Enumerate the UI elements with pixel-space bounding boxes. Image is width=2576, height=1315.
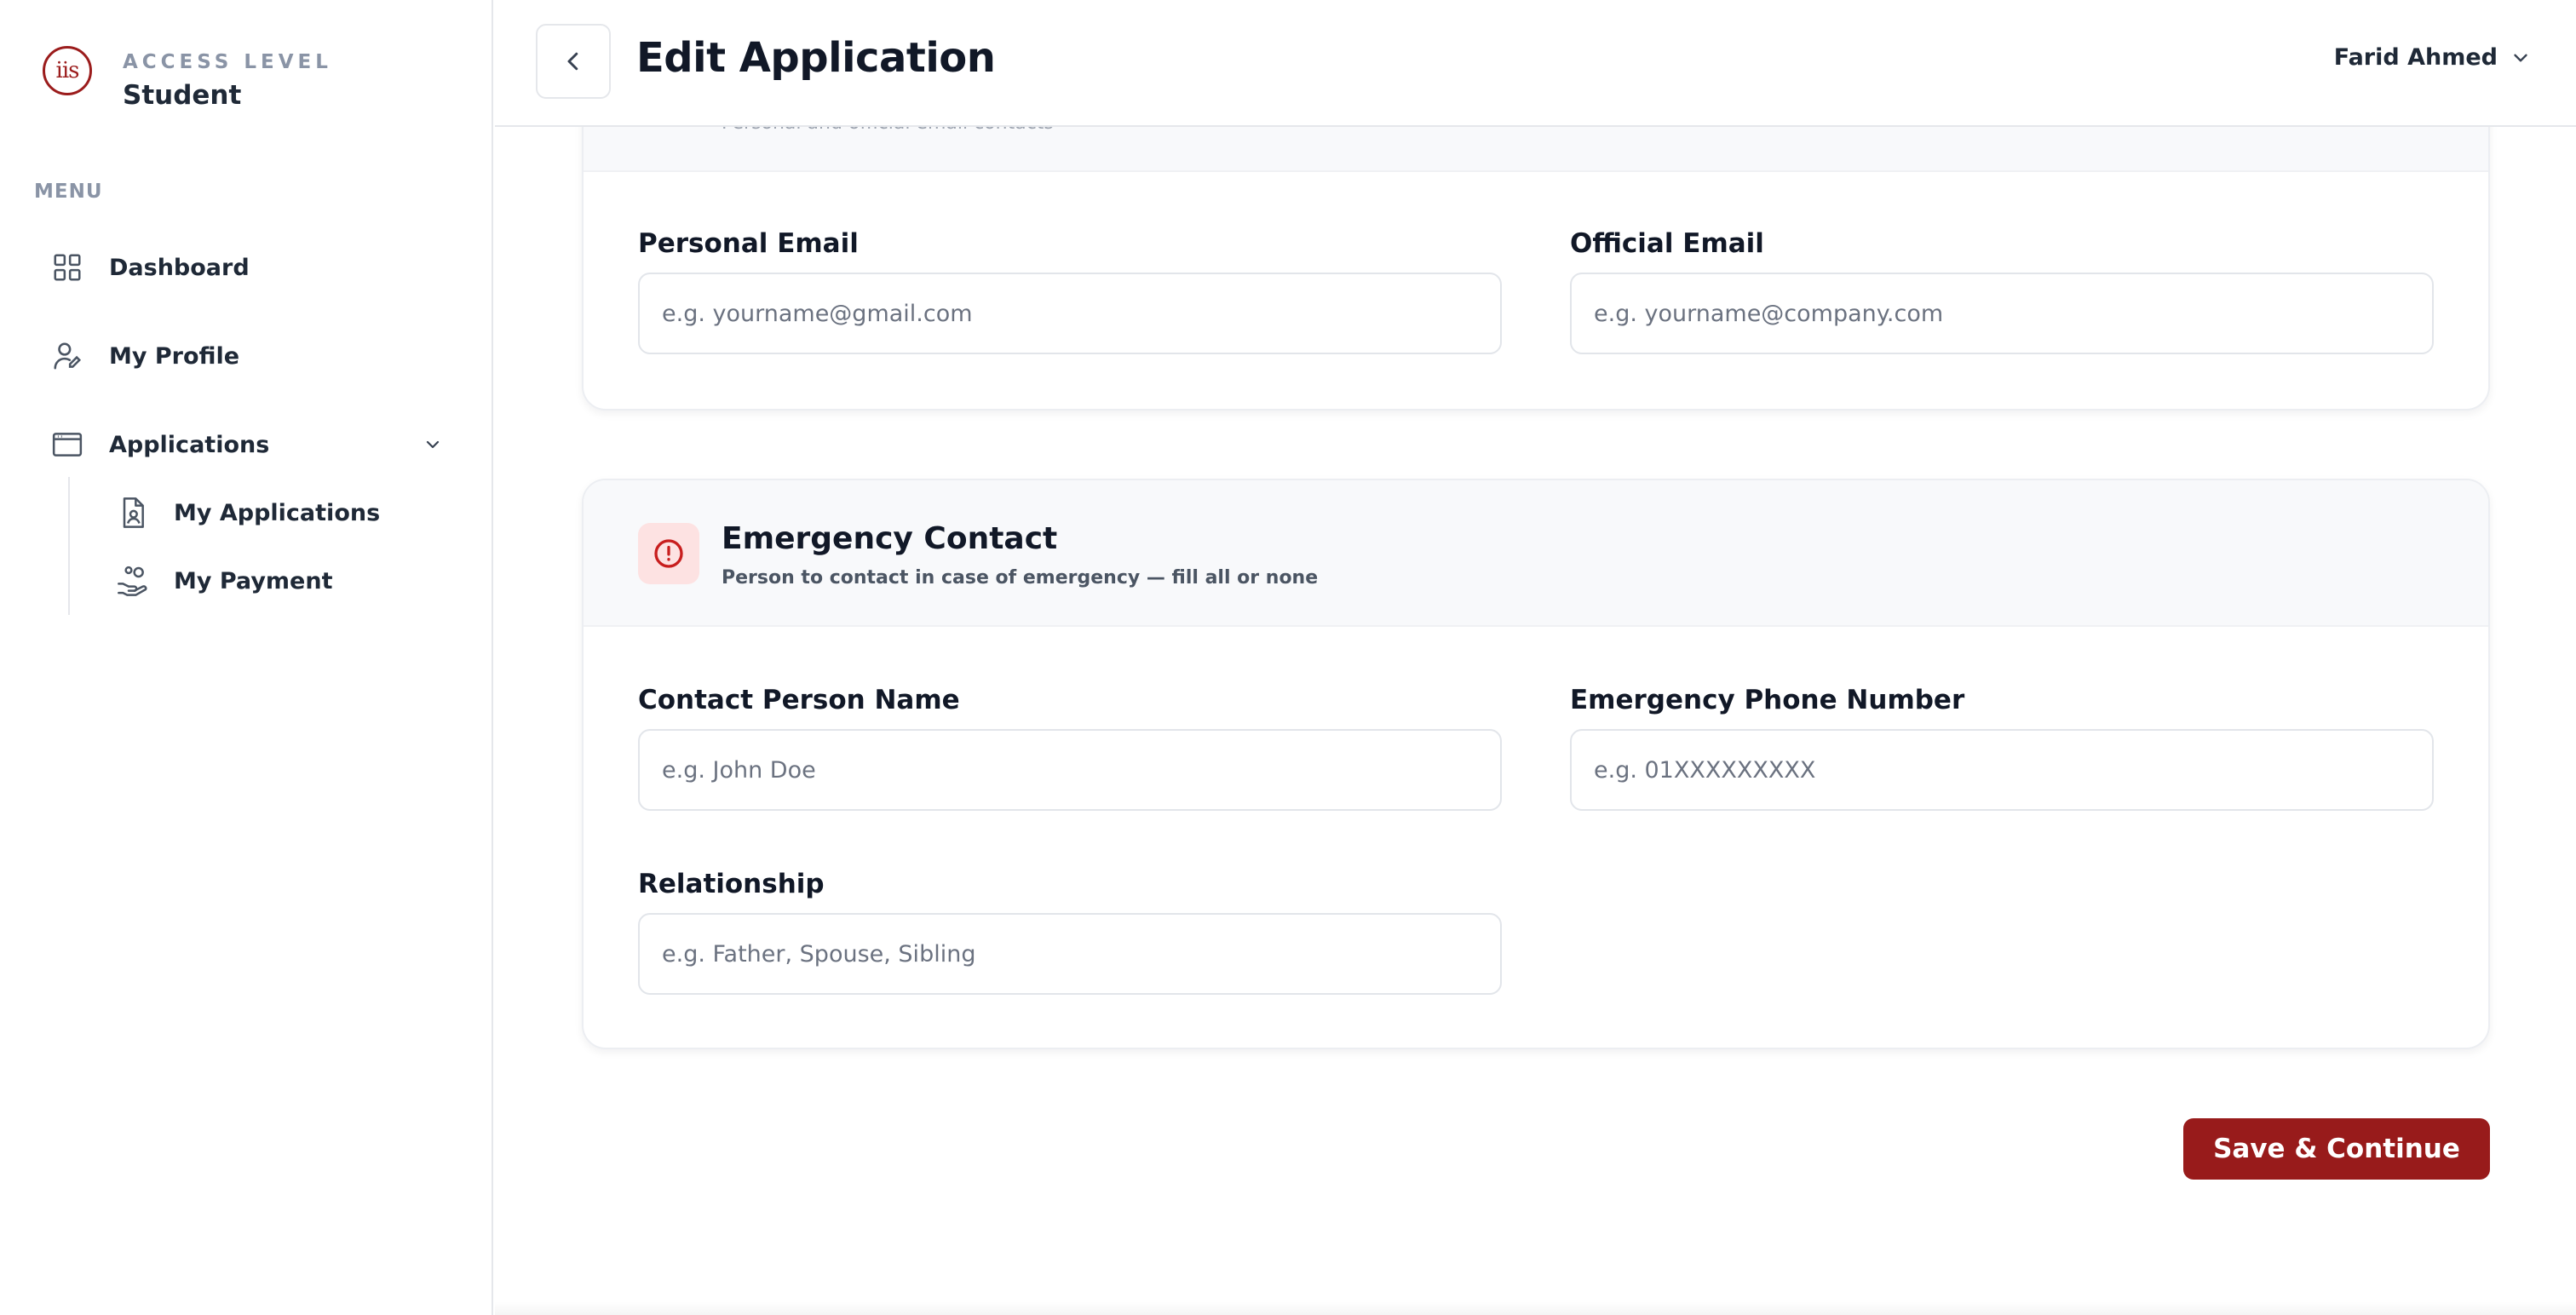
personal-email-label: Personal Email <box>638 228 859 259</box>
bottom-shadow <box>495 1301 2576 1315</box>
sidebar-subitem-my-payment[interactable]: My Payment <box>116 557 333 605</box>
grid-icon <box>54 254 81 281</box>
file-user-icon <box>123 497 144 528</box>
user-menu[interactable]: Farid Ahmed <box>2334 44 2532 71</box>
window-icon <box>52 433 83 457</box>
relationship-input[interactable] <box>638 913 1502 995</box>
sidebar-subitem-my-applications[interactable]: My Applications <box>116 489 380 537</box>
personal-email-input[interactable] <box>638 273 1502 354</box>
chevron-left-icon <box>567 52 578 71</box>
page-title: Edit Application <box>636 34 996 82</box>
access-level-label: ACCESS LEVEL <box>123 51 332 73</box>
sidebar-subitem-label: My Applications <box>174 499 381 526</box>
emergency-phone-input[interactable] <box>1570 729 2434 811</box>
save-continue-button[interactable]: Save & Continue <box>2183 1118 2490 1180</box>
access-level-block: ACCESS LEVEL Student <box>123 51 332 111</box>
app-root: iis ACCESS LEVEL Student MENU Dashboard … <box>0 0 2576 1315</box>
sidebar-item-my-profile[interactable]: My Profile <box>51 332 239 380</box>
chevron-down-icon[interactable] <box>423 434 443 455</box>
chevron-down-icon <box>2514 54 2527 61</box>
brand-logo: iis <box>43 46 92 95</box>
sidebar-item-label: Applications <box>109 431 270 458</box>
alert-circle-icon <box>654 539 683 568</box>
official-email-label: Official Email <box>1570 228 1764 259</box>
submenu-divider <box>68 477 70 615</box>
back-button[interactable] <box>536 24 611 99</box>
access-level-role: Student <box>123 80 242 111</box>
sidebar-item-label: Dashboard <box>109 254 250 281</box>
emergency-contact-card: Emergency Contact Person to contact in c… <box>582 479 2490 1049</box>
sidebar-subitem-label: My Payment <box>174 567 333 594</box>
official-email-input[interactable] <box>1570 273 2434 354</box>
main-content: Personal and official email contacts Per… <box>495 0 2576 1315</box>
hand-coins-icon <box>118 566 147 596</box>
sidebar-item-dashboard[interactable]: Dashboard <box>51 244 250 291</box>
contact-name-input[interactable] <box>638 729 1502 811</box>
brand: iis ACCESS LEVEL Student <box>43 46 328 111</box>
alert-icon-badge <box>638 523 699 584</box>
user-name: Farid Ahmed <box>2333 44 2498 71</box>
sidebar-item-label: My Profile <box>109 342 240 370</box>
top-header: Edit Application Farid Ahmed <box>495 0 2576 127</box>
menu-heading: MENU <box>34 181 103 203</box>
emergency-phone-label: Emergency Phone Number <box>1570 685 1965 715</box>
sidebar-item-applications[interactable]: Applications <box>51 421 443 468</box>
relationship-label: Relationship <box>638 869 825 899</box>
user-edit-icon <box>54 342 82 370</box>
contact-name-label: Contact Person Name <box>638 685 960 715</box>
sidebar: iis ACCESS LEVEL Student MENU Dashboard … <box>0 0 493 1315</box>
emergency-contact-subtitle: Person to contact in case of emergency —… <box>722 567 1319 589</box>
emergency-contact-header: Emergency Contact Person to contact in c… <box>584 480 2488 627</box>
emergency-contact-title: Emergency Contact <box>722 521 1058 556</box>
